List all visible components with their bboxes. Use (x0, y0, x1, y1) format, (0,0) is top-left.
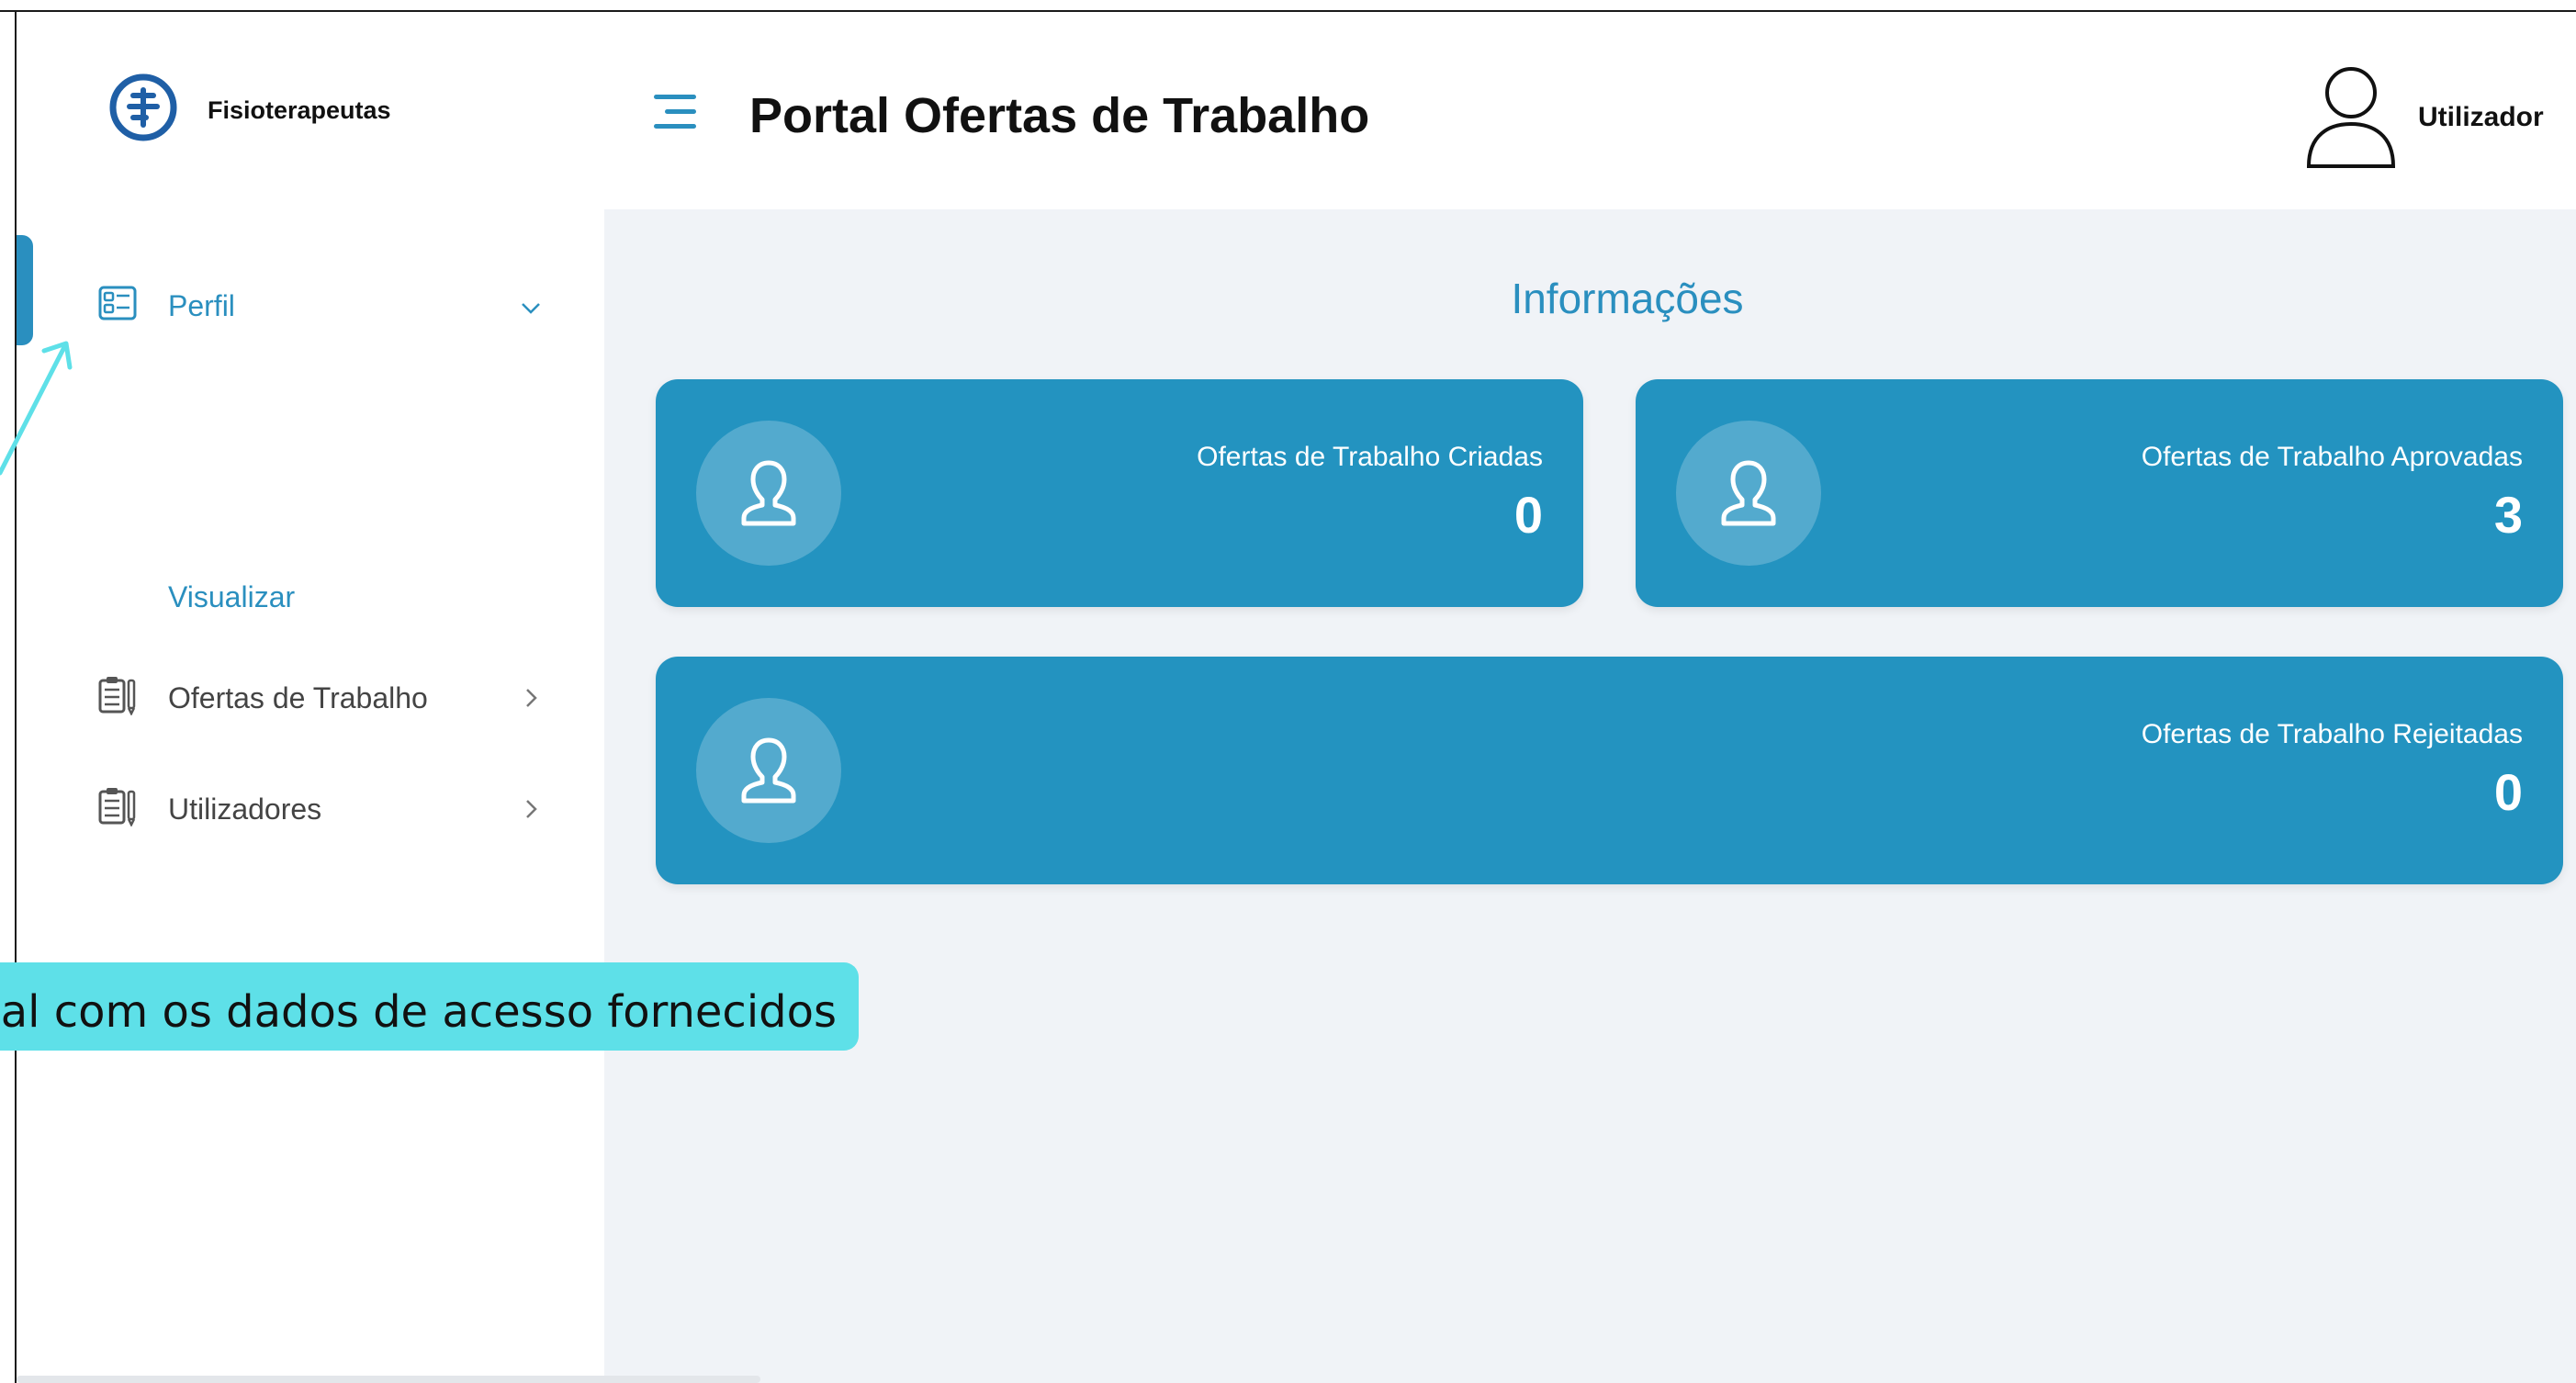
card-icon-circle (1676, 421, 1821, 566)
section-title: Informações (1511, 275, 1744, 322)
stat-card-aprovadas[interactable]: Ofertas de Trabalho Aprovadas 3 (1636, 379, 2563, 607)
main-content: Informações Ofertas de Trabalho Criadas … (604, 209, 2576, 1383)
chevron-right-icon (526, 689, 537, 707)
hamburger-menu-icon[interactable] (650, 91, 700, 133)
annotation-text: al com os dados de acesso fornecidos (0, 986, 837, 1038)
horizontal-scrollbar[interactable] (17, 1376, 760, 1383)
user-avatar-icon[interactable] (2303, 62, 2399, 170)
stat-card-rejeitadas[interactable]: Ofertas de Trabalho Rejeitadas 0 (656, 657, 2563, 884)
user-name[interactable]: Utilizador (2418, 102, 2544, 133)
card-icon-circle (696, 698, 841, 843)
card-label: Ofertas de Trabalho Aprovadas (2141, 442, 2523, 472)
person-icon (741, 460, 796, 526)
stat-card-criadas[interactable]: Ofertas de Trabalho Criadas 0 (656, 379, 1583, 607)
sidebar-item-label: Ofertas de Trabalho (168, 681, 428, 714)
card-value: 0 (2493, 763, 2523, 821)
top-header: Fisioterapeutas Portal Ofertas de Trabal… (17, 12, 2576, 209)
sidebar-item-label: Perfil (168, 289, 235, 322)
chevron-right-icon (526, 800, 537, 818)
sidebar-item-label: Utilizadores (168, 793, 322, 826)
sidebar: Perfil Visualizar Ofertas de Trabalho Ut… (17, 209, 604, 1383)
screenshot-page: Fisioterapeutas Portal Ofertas de Trabal… (0, 0, 2576, 1383)
annotation-tooltip: al com os dados de acesso fornecidos (0, 962, 859, 1051)
app-window: Fisioterapeutas Portal Ofertas de Trabal… (17, 12, 2576, 1383)
card-label: Ofertas de Trabalho Rejeitadas (2141, 719, 2523, 749)
card-value: 3 (2493, 486, 2523, 544)
active-item-marker (17, 235, 33, 345)
page-title: Portal Ofertas de Trabalho (749, 88, 1370, 143)
logo-icon (109, 73, 177, 141)
chevron-down-icon (522, 303, 540, 314)
brand-name: Fisioterapeutas (208, 96, 391, 124)
card-label: Ofertas de Trabalho Criadas (1197, 442, 1543, 472)
card-value: 0 (1513, 486, 1543, 544)
annotation-arrow-icon (0, 341, 73, 476)
person-icon (1721, 460, 1776, 526)
sidebar-item-perfil[interactable]: Perfil (17, 264, 604, 347)
sidebar-item-utilizadores[interactable]: Utilizadores (17, 768, 604, 850)
clipboard-icon (98, 677, 136, 715)
card-icon-circle (696, 421, 841, 566)
clipboard-icon (98, 788, 136, 826)
sidebar-item-ofertas-de-trabalho[interactable]: Ofertas de Trabalho (17, 657, 604, 739)
person-icon (741, 737, 796, 804)
sidebar-subitem-visualizar[interactable]: Visualizar (168, 580, 295, 614)
profile-card-icon (98, 286, 137, 320)
